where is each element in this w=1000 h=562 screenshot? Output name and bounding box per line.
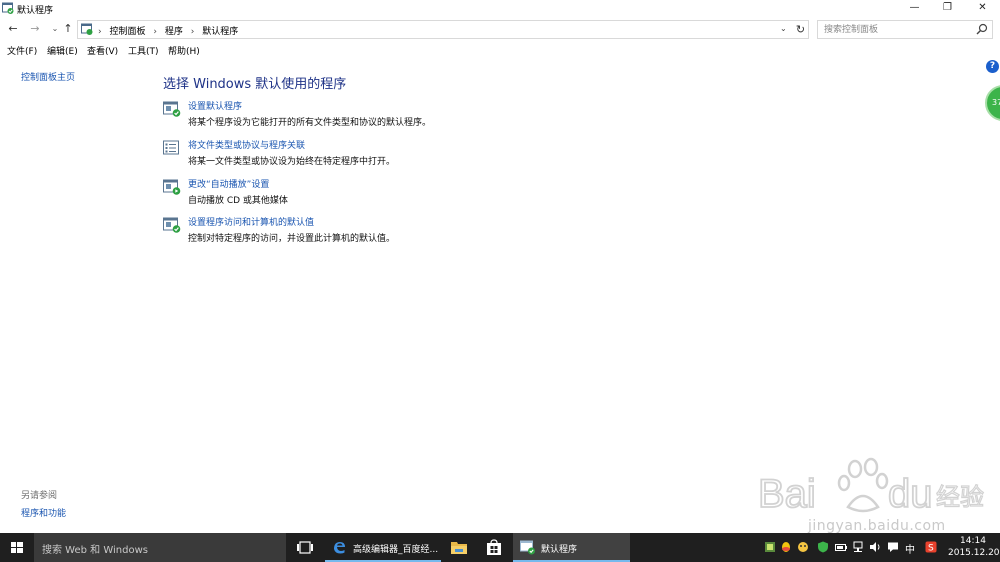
default-programs-icon bbox=[520, 540, 535, 555]
address-dropdown-button[interactable]: ⌄ bbox=[780, 24, 787, 33]
taskbar-app-default-programs[interactable]: 默认程序 bbox=[513, 533, 630, 562]
window-title: 默认程序 bbox=[17, 6, 54, 16]
set-default-programs-icon bbox=[163, 101, 181, 117]
taskbar-app-edge[interactable]: 高级编辑器_百度经... bbox=[325, 533, 441, 562]
tray-app-icon[interactable] bbox=[764, 541, 776, 553]
task-description: 自动播放 CD 或其他媒体 bbox=[188, 196, 288, 206]
address-bar[interactable]: › 控制面板 › 程序 › 默认程序 ⌄ bbox=[77, 20, 794, 39]
address-row: ← → ⌄ ↑ › 控制面板 › 程序 › 默认程序 ⌄ ↻ bbox=[0, 18, 1000, 40]
file-association-link[interactable]: 将文件类型或协议与程序关联 bbox=[188, 138, 305, 151]
clock-date[interactable]: 2015.12.20 bbox=[948, 548, 1000, 558]
page-title: 选择 Windows 默认使用的程序 bbox=[163, 77, 347, 92]
see-also-label: 另请参阅 bbox=[21, 491, 58, 501]
menu-bar: 文件(F) 编辑(E) 查看(V) 工具(T) 帮助(H) bbox=[0, 42, 1000, 58]
title-bar: 默认程序 — ❐ ✕ bbox=[0, 0, 1000, 17]
taskbar-app-file-explorer[interactable] bbox=[446, 533, 472, 562]
task-file-association: 将文件类型或协议与程序关联 将某一文件类型或协议设为始终在特定程序中打开。 bbox=[163, 138, 663, 174]
battery-icon[interactable] bbox=[835, 541, 847, 553]
edge-icon bbox=[334, 542, 345, 554]
close-button[interactable]: ✕ bbox=[966, 0, 999, 17]
svg-text:经验: 经验 bbox=[936, 483, 984, 511]
chat-icon[interactable] bbox=[797, 541, 809, 553]
taskbar-app-store[interactable] bbox=[480, 533, 508, 562]
action-center-icon[interactable] bbox=[887, 541, 899, 553]
clock-time[interactable]: 14:14 bbox=[960, 536, 986, 546]
breadcrumb-programs[interactable]: 程序 bbox=[165, 27, 183, 37]
svg-text:du: du bbox=[888, 472, 933, 516]
breadcrumb-separator[interactable]: › bbox=[153, 27, 157, 37]
search-icon[interactable] bbox=[976, 23, 988, 35]
menu-view[interactable]: 查看(V) bbox=[87, 44, 118, 57]
taskbar-app-label: 默认程序 bbox=[541, 545, 578, 555]
program-access-icon bbox=[163, 217, 181, 233]
watermark-url: jingyan.baidu.com bbox=[808, 518, 946, 534]
task-program-access: 设置程序访问和计算机的默认值 控制对特定程序的访问，并设置此计算机的默认值。 bbox=[163, 215, 663, 251]
baidu-watermark: Bai du 经验 jingyan.baidu.com bbox=[757, 455, 988, 539]
program-access-defaults-link[interactable]: 设置程序访问和计算机的默认值 bbox=[188, 215, 314, 228]
breadcrumb-control-panel[interactable]: 控制面板 bbox=[109, 27, 145, 37]
network-icon[interactable] bbox=[852, 541, 864, 553]
taskbar-app-label: 高级编辑器_百度经... bbox=[353, 545, 439, 555]
menu-edit[interactable]: 编辑(E) bbox=[47, 44, 78, 57]
task-description: 将某一文件类型或协议设为始终在特定程序中打开。 bbox=[188, 157, 396, 167]
svg-text:Bai: Bai bbox=[758, 472, 816, 516]
up-button[interactable]: ↑ bbox=[61, 22, 75, 36]
floating-widget[interactable]: 37 bbox=[985, 85, 1000, 121]
breadcrumb-separator[interactable]: › bbox=[98, 27, 102, 37]
taskbar-search-text[interactable]: 搜索 Web 和 Windows bbox=[42, 541, 148, 556]
autoplay-settings-link[interactable]: 更改“自动播放”设置 bbox=[188, 177, 269, 190]
security-shield-icon[interactable] bbox=[817, 541, 829, 553]
forward-button[interactable]: → bbox=[28, 22, 42, 36]
qq-icon[interactable] bbox=[780, 541, 792, 553]
file-association-icon bbox=[163, 140, 179, 155]
task-description: 将某个程序设为它能打开的所有文件类型和协议的默认程序。 bbox=[188, 118, 432, 128]
task-set-default-programs: 设置默认程序 将某个程序设为它能打开的所有文件类型和协议的默认程序。 bbox=[163, 99, 663, 135]
svg-text:S: S bbox=[928, 544, 934, 554]
ime-indicator[interactable]: 中 bbox=[905, 541, 915, 556]
task-description: 控制对特定程序的访问，并设置此计算机的默认值。 bbox=[188, 234, 396, 244]
refresh-button[interactable]: ↻ bbox=[793, 20, 809, 39]
back-button[interactable]: ← bbox=[6, 22, 20, 36]
menu-tools[interactable]: 工具(T) bbox=[128, 44, 159, 57]
system-tray: 中 S 14:14 2015.12.20 bbox=[760, 533, 1000, 562]
taskbar: 搜索 Web 和 Windows 高级编辑器_百度经... 默认程序 中 S 1… bbox=[0, 533, 1000, 562]
breadcrumb-default-programs[interactable]: 默认程序 bbox=[202, 27, 238, 37]
set-default-programs-link[interactable]: 设置默认程序 bbox=[188, 99, 242, 112]
control-panel-home-link[interactable]: 控制面板主页 bbox=[21, 70, 75, 83]
sogou-input-icon[interactable]: S bbox=[925, 541, 937, 553]
start-button[interactable] bbox=[0, 533, 34, 562]
recent-locations-button[interactable]: ⌄ bbox=[48, 22, 62, 36]
autoplay-icon bbox=[163, 179, 181, 195]
search-box bbox=[817, 20, 993, 39]
store-icon bbox=[487, 539, 501, 555]
help-button[interactable]: ? bbox=[986, 60, 999, 73]
programs-and-features-link[interactable]: 程序和功能 bbox=[21, 506, 66, 519]
menu-help[interactable]: 帮助(H) bbox=[168, 44, 200, 57]
volume-icon[interactable] bbox=[869, 541, 881, 553]
minimize-button[interactable]: — bbox=[898, 0, 931, 17]
breadcrumb-separator[interactable]: › bbox=[191, 27, 195, 37]
default-programs-icon bbox=[2, 2, 14, 14]
baidu-logo: Bai du 经验 bbox=[757, 457, 985, 517]
file-explorer-icon bbox=[451, 542, 467, 554]
task-view-icon[interactable] bbox=[292, 537, 318, 558]
control-panel-icon bbox=[81, 23, 93, 35]
breadcrumb: › 控制面板 › 程序 › 默认程序 bbox=[98, 24, 243, 37]
search-input[interactable] bbox=[818, 21, 973, 38]
taskbar-search-box[interactable]: 搜索 Web 和 Windows bbox=[34, 533, 286, 562]
menu-file[interactable]: 文件(F) bbox=[7, 44, 37, 57]
task-autoplay: 更改“自动播放”设置 自动播放 CD 或其他媒体 bbox=[163, 177, 663, 213]
maximize-button[interactable]: ❐ bbox=[931, 0, 964, 17]
